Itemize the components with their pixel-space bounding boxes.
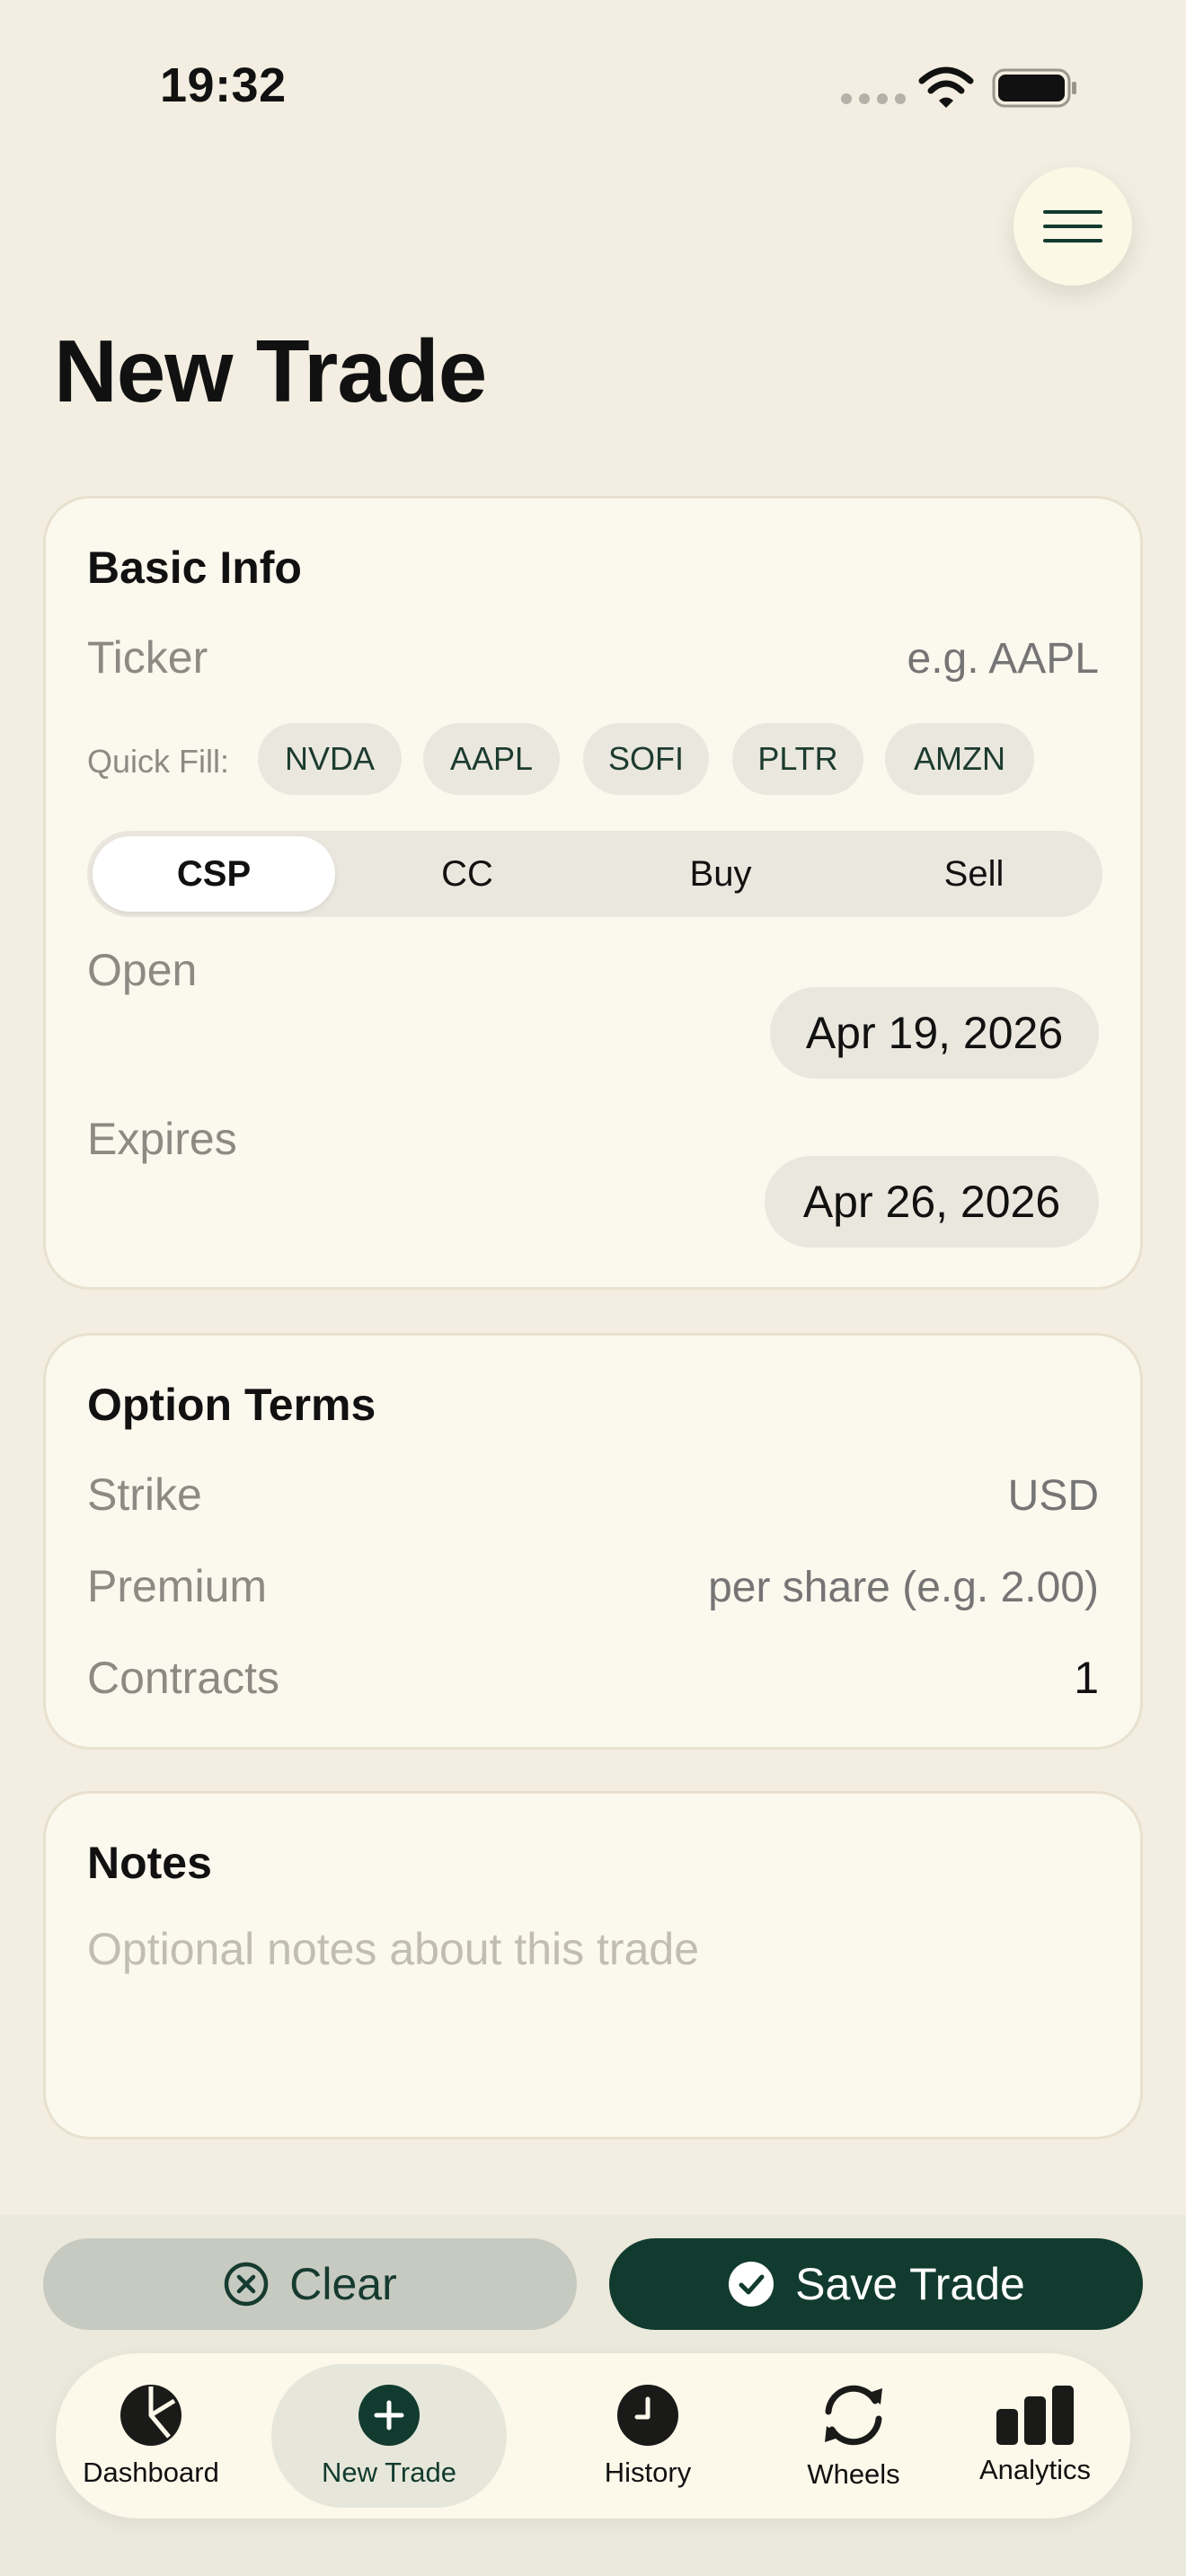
notes-card: Notes Optional notes about this trade	[43, 1791, 1143, 2139]
save-trade-button-label: Save Trade	[795, 2259, 1025, 2309]
tab-analytics-label: Analytics	[978, 2454, 1092, 2485]
quick-fill-chip-aapl[interactable]: AAPL	[423, 723, 560, 795]
tab-dashboard[interactable]: Dashboard	[70, 2364, 232, 2508]
battery-icon	[992, 68, 1076, 108]
tab-new-trade[interactable]: New Trade	[271, 2364, 507, 2508]
menu-button[interactable]	[1013, 167, 1132, 286]
checkmark-circle-icon	[729, 2262, 774, 2307]
clear-button-label: Clear	[289, 2259, 397, 2309]
quick-fill-chip-nvda[interactable]: NVDA	[258, 723, 402, 795]
tab-dashboard-label: Dashboard	[83, 2457, 219, 2488]
status-time: 19:32	[160, 58, 287, 112]
wifi-icon	[918, 66, 974, 108]
expires-date-picker[interactable]: Apr 26, 2026	[765, 1156, 1099, 1248]
clock-icon	[617, 2385, 678, 2446]
refresh-icon	[825, 2385, 882, 2446]
tab-wheels-label: Wheels	[807, 2458, 900, 2490]
option-terms-card: Option Terms Strike Premium Contracts 1	[43, 1333, 1143, 1750]
basic-info-title: Basic Info	[87, 543, 302, 593]
segment-buy[interactable]: Buy	[599, 836, 842, 912]
trade-type-segmented-control: CSP CC Buy Sell	[87, 831, 1102, 917]
strike-label: Strike	[87, 1469, 202, 1520]
segment-cc[interactable]: CC	[346, 836, 589, 912]
pie-chart-icon	[120, 2385, 181, 2446]
bar-chart-icon	[996, 2386, 1074, 2445]
ticker-input[interactable]	[650, 631, 1099, 685]
page-title: New Trade	[54, 322, 487, 420]
tab-bar: Dashboard New Trade History Wheels Analy…	[56, 2353, 1130, 2519]
contracts-input[interactable]: 1	[1074, 1652, 1099, 1704]
status-bar: 19:32	[0, 0, 1186, 171]
premium-label: Premium	[87, 1561, 268, 1611]
clear-button[interactable]: Clear	[43, 2238, 577, 2330]
notes-title: Notes	[87, 1838, 212, 1888]
quick-fill-label: Quick Fill:	[87, 743, 230, 780]
premium-input[interactable]	[524, 1560, 1099, 1614]
save-trade-button[interactable]: Save Trade	[609, 2238, 1143, 2330]
basic-info-card: Basic Info Ticker Quick Fill: NVDA AAPL …	[43, 496, 1143, 1290]
x-circle-icon	[225, 2262, 269, 2307]
strike-input[interactable]	[650, 1469, 1099, 1522]
open-date-label: Open	[87, 945, 198, 995]
quick-fill-chip-amzn[interactable]: AMZN	[885, 723, 1034, 795]
plus-circle-icon	[358, 2385, 420, 2446]
quick-fill-chip-sofi[interactable]: SOFI	[583, 723, 709, 795]
option-terms-title: Option Terms	[87, 1380, 376, 1430]
segment-csp[interactable]: CSP	[93, 836, 335, 912]
tab-new-trade-label: New Trade	[322, 2457, 456, 2488]
ticker-label: Ticker	[87, 632, 208, 683]
hamburger-menu-icon	[1043, 210, 1102, 243]
tab-history-label: History	[604, 2457, 692, 2488]
open-date-picker[interactable]: Apr 19, 2026	[770, 987, 1099, 1079]
quick-fill-chip-pltr[interactable]: PLTR	[732, 723, 863, 795]
expires-date-label: Expires	[87, 1114, 237, 1164]
tab-analytics[interactable]: Analytics	[945, 2364, 1125, 2508]
contracts-label: Contracts	[87, 1653, 279, 1703]
tab-history[interactable]: History	[527, 2364, 769, 2508]
segment-sell[interactable]: Sell	[853, 836, 1095, 912]
tab-wheels[interactable]: Wheels	[753, 2364, 954, 2508]
cellular-signal-icon	[841, 93, 906, 104]
notes-input[interactable]: Optional notes about this trade	[87, 1923, 699, 1975]
